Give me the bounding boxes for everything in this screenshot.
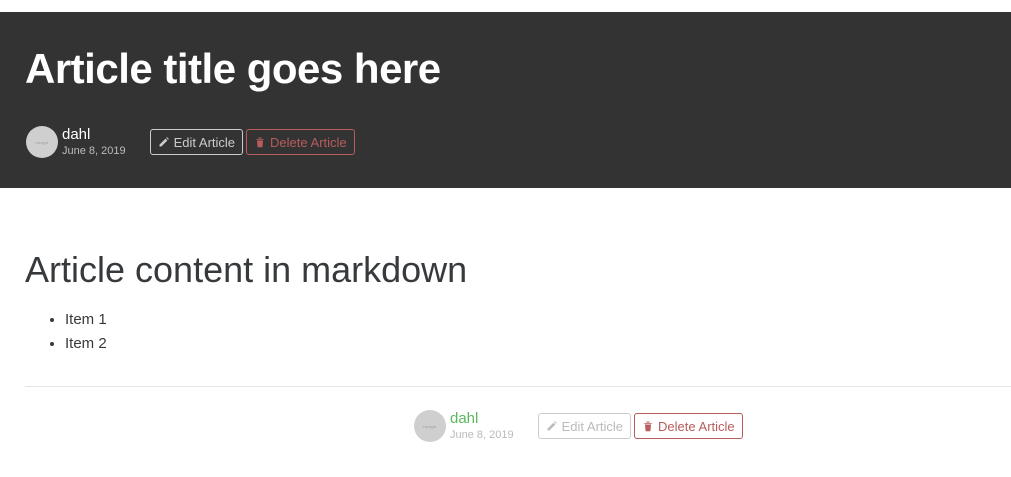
author-name-link[interactable]: dahl [62,127,126,142]
list-item: Item 2 [65,332,107,356]
footer-edit-article-label: Edit Article [561,418,624,434]
avatar-placeholder-text: image [35,139,49,145]
content-list: Item 1 Item 2 [25,308,107,356]
footer-author-avatar[interactable]: image [414,410,446,442]
edit-article-label: Edit Article [173,134,236,150]
pencil-icon [159,137,169,147]
delete-article-button[interactable]: Delete Article [246,129,355,155]
article-meta: image dahl June 8, 2019 Edit Article Del… [26,126,355,158]
footer-edit-article-button[interactable]: Edit Article [537,413,632,439]
footer-author-name-link[interactable]: dahl [450,411,514,426]
content-heading: Article content in markdown [25,249,468,290]
footer-delete-article-label: Delete Article [658,418,735,434]
content-divider [25,386,1011,387]
trash-icon [644,421,652,432]
list-item: Item 1 [65,308,107,332]
footer-author-info: dahl June 8, 2019 [450,411,514,441]
pencil-icon [547,421,557,431]
footer-publish-date: June 8, 2019 [450,429,514,441]
publish-date: June 8, 2019 [62,145,126,157]
article-actions-footer: image dahl June 8, 2019 Edit Article Del… [414,410,743,442]
article-banner: Article title goes here image dahl June … [0,12,1011,188]
author-avatar[interactable]: image [26,126,58,158]
footer-delete-article-button[interactable]: Delete Article [634,413,743,439]
author-info: dahl June 8, 2019 [62,127,126,157]
edit-article-button[interactable]: Edit Article [149,129,244,155]
delete-article-label: Delete Article [270,134,347,150]
article-title: Article title goes here [25,45,441,92]
trash-icon [256,137,264,148]
avatar-placeholder-text: image [423,423,437,429]
